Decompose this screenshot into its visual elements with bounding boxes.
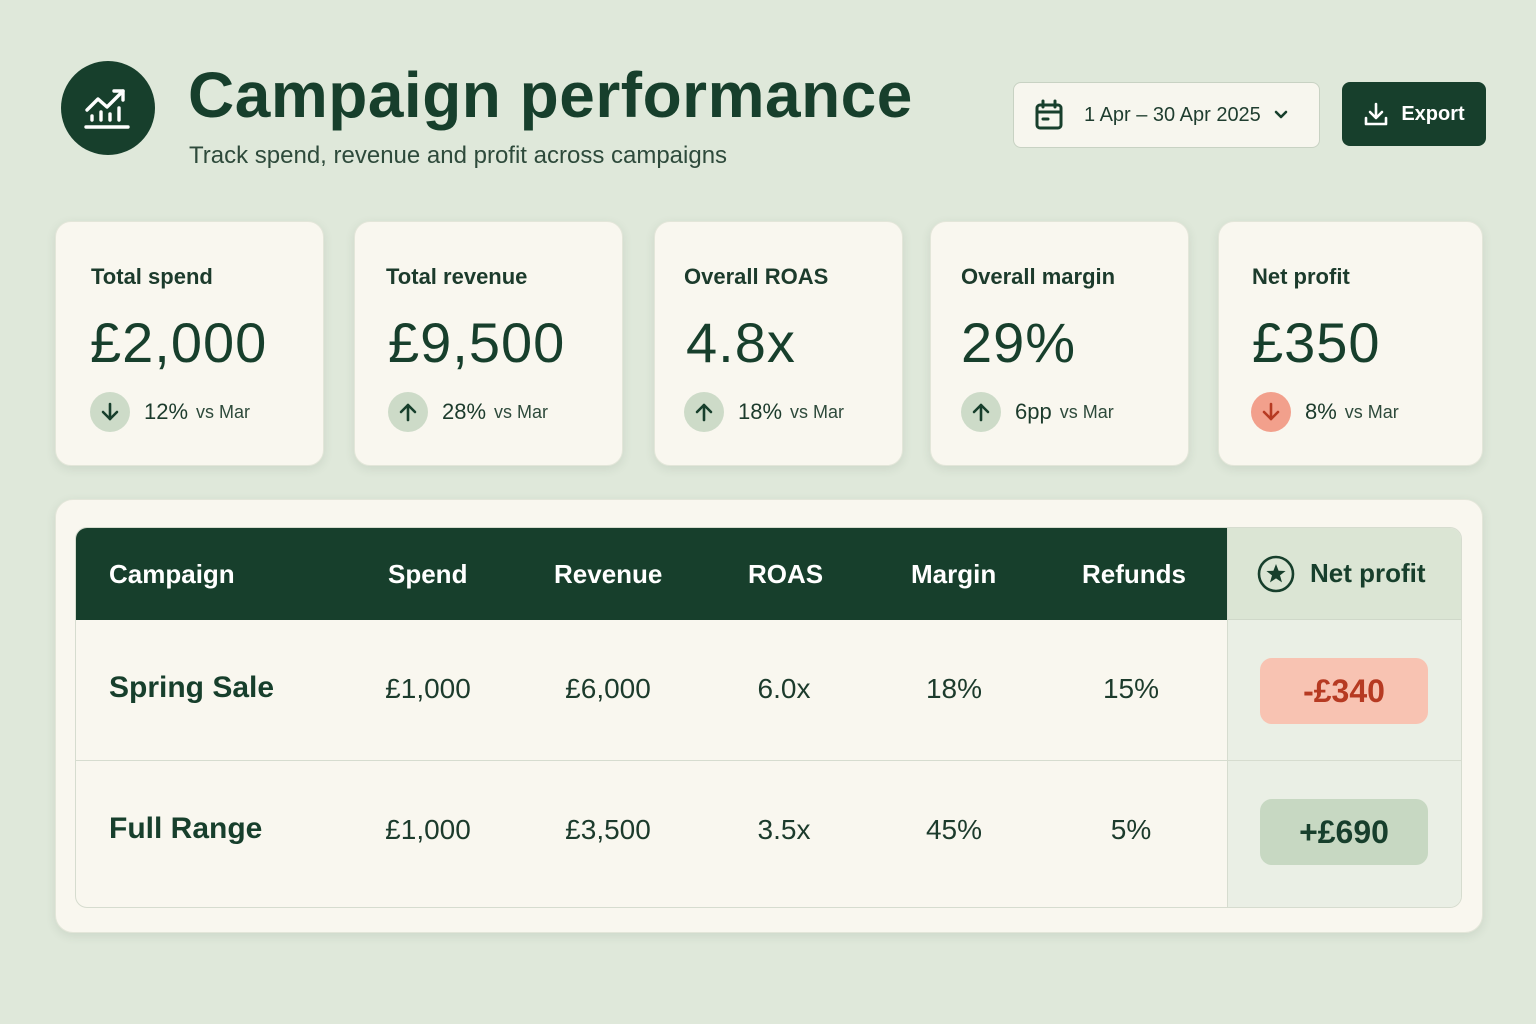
cell-margin: 18% xyxy=(925,673,983,704)
kpi-delta-compare: vs Mar xyxy=(494,401,549,422)
page-title: Campaign performance xyxy=(188,59,913,131)
kpi-card-total-revenue: Total revenue £9,500 28% vs Mar xyxy=(354,221,623,466)
kpi-delta: 18% vs Mar xyxy=(684,392,844,432)
kpi-delta: 12% vs Mar xyxy=(90,392,250,432)
arrow-up-icon xyxy=(388,392,428,432)
kpi-delta-compare: vs Mar xyxy=(790,401,845,422)
cell-margin: 45% xyxy=(925,814,983,845)
column-header-spend[interactable]: Spend xyxy=(388,528,467,620)
kpi-delta-compare: vs Mar xyxy=(1059,401,1114,422)
cell-roas: 3.5x xyxy=(757,814,811,845)
export-label: Export xyxy=(1401,102,1465,125)
kpi-delta-value: 6pp xyxy=(1015,399,1052,424)
cell-spend: £1,000 xyxy=(385,673,471,704)
kpi-label: Total spend xyxy=(91,264,213,289)
cell-spend: £1,000 xyxy=(385,814,471,845)
kpi-delta-value: 18% xyxy=(738,399,783,424)
kpi-card-net-profit: Net profit £350 8% vs Mar xyxy=(1218,221,1483,466)
kpi-value: £2,000 xyxy=(90,311,268,374)
column-header-roas[interactable]: ROAS xyxy=(748,528,823,620)
kpi-value: 4.8x xyxy=(686,311,796,374)
kpi-delta: 6pp vs Mar xyxy=(961,392,1114,432)
date-range-value: 1 Apr – 30 Apr 2025 xyxy=(1084,103,1261,126)
kpi-delta-compare: vs Mar xyxy=(1344,401,1399,422)
export-button[interactable]: Export xyxy=(1342,82,1486,146)
chevron-down-icon xyxy=(1273,109,1289,121)
cell-roas: 6.0x xyxy=(757,673,811,704)
kpi-value: £350 xyxy=(1252,311,1381,374)
kpi-label: Net profit xyxy=(1252,264,1350,289)
column-header-campaign[interactable]: Campaign xyxy=(109,528,235,620)
arrow-down-icon xyxy=(1251,392,1291,432)
column-header-refunds[interactable]: Refunds xyxy=(1082,528,1186,620)
kpi-delta: 28% vs Mar xyxy=(388,392,548,432)
kpi-delta-value: 28% xyxy=(442,399,487,424)
kpi-card-overall-roas: Overall ROAS 4.8x 18% vs Mar xyxy=(654,221,903,466)
download-icon xyxy=(1365,102,1388,126)
arrow-up-icon xyxy=(684,392,724,432)
arrow-up-icon xyxy=(961,392,1001,432)
kpi-card-overall-margin: Overall margin 29% 6pp vs Mar xyxy=(930,221,1189,466)
column-header-net-profit[interactable]: Net profit xyxy=(1228,528,1461,620)
kpi-value: 29% xyxy=(961,311,1077,374)
kpi-card-total-spend: Total spend £2,000 12% vs Mar xyxy=(55,221,324,466)
campaign-table: Campaign Spend Revenue ROAS Margin Refun… xyxy=(75,527,1462,908)
arrow-down-icon xyxy=(90,392,130,432)
row-divider xyxy=(76,760,1461,761)
kpi-label: Overall ROAS xyxy=(684,264,829,289)
kpi-delta-value: 8% xyxy=(1305,399,1337,424)
net-profit-column: Net profit -£340 +£690 xyxy=(1227,528,1461,907)
table-header: Campaign Spend Revenue ROAS Margin Refun… xyxy=(76,528,1227,620)
calendar-icon xyxy=(1035,99,1063,130)
logo xyxy=(61,61,155,155)
kpi-delta-value: 12% xyxy=(144,399,189,424)
kpi-delta: 8% vs Mar xyxy=(1251,392,1399,432)
net-profit-header-label: Net profit xyxy=(1310,558,1426,588)
column-header-revenue[interactable]: Revenue xyxy=(554,528,662,620)
cell-campaign: Spring Sale xyxy=(109,671,275,704)
page-subtitle: Track spend, revenue and profit across c… xyxy=(189,142,728,169)
cell-revenue: £6,000 xyxy=(565,673,651,704)
net-profit-badge-negative: -£340 xyxy=(1260,658,1428,724)
cell-refunds: 5% xyxy=(1110,814,1152,845)
kpi-value: £9,500 xyxy=(388,311,566,374)
star-circle-icon xyxy=(1257,555,1295,592)
kpi-label: Total revenue xyxy=(386,264,528,289)
column-header-margin[interactable]: Margin xyxy=(911,528,996,620)
kpi-delta-compare: vs Mar xyxy=(196,401,251,422)
net-profit-badge-positive: +£690 xyxy=(1260,799,1428,865)
kpi-label: Overall margin xyxy=(961,264,1116,289)
cell-refunds: 15% xyxy=(1102,673,1160,704)
trending-up-chart-icon xyxy=(84,89,130,129)
cell-campaign: Full Range xyxy=(109,812,263,845)
cell-revenue: £3,500 xyxy=(565,814,651,845)
date-range-picker[interactable]: 1 Apr – 30 Apr 2025 xyxy=(1013,82,1320,148)
